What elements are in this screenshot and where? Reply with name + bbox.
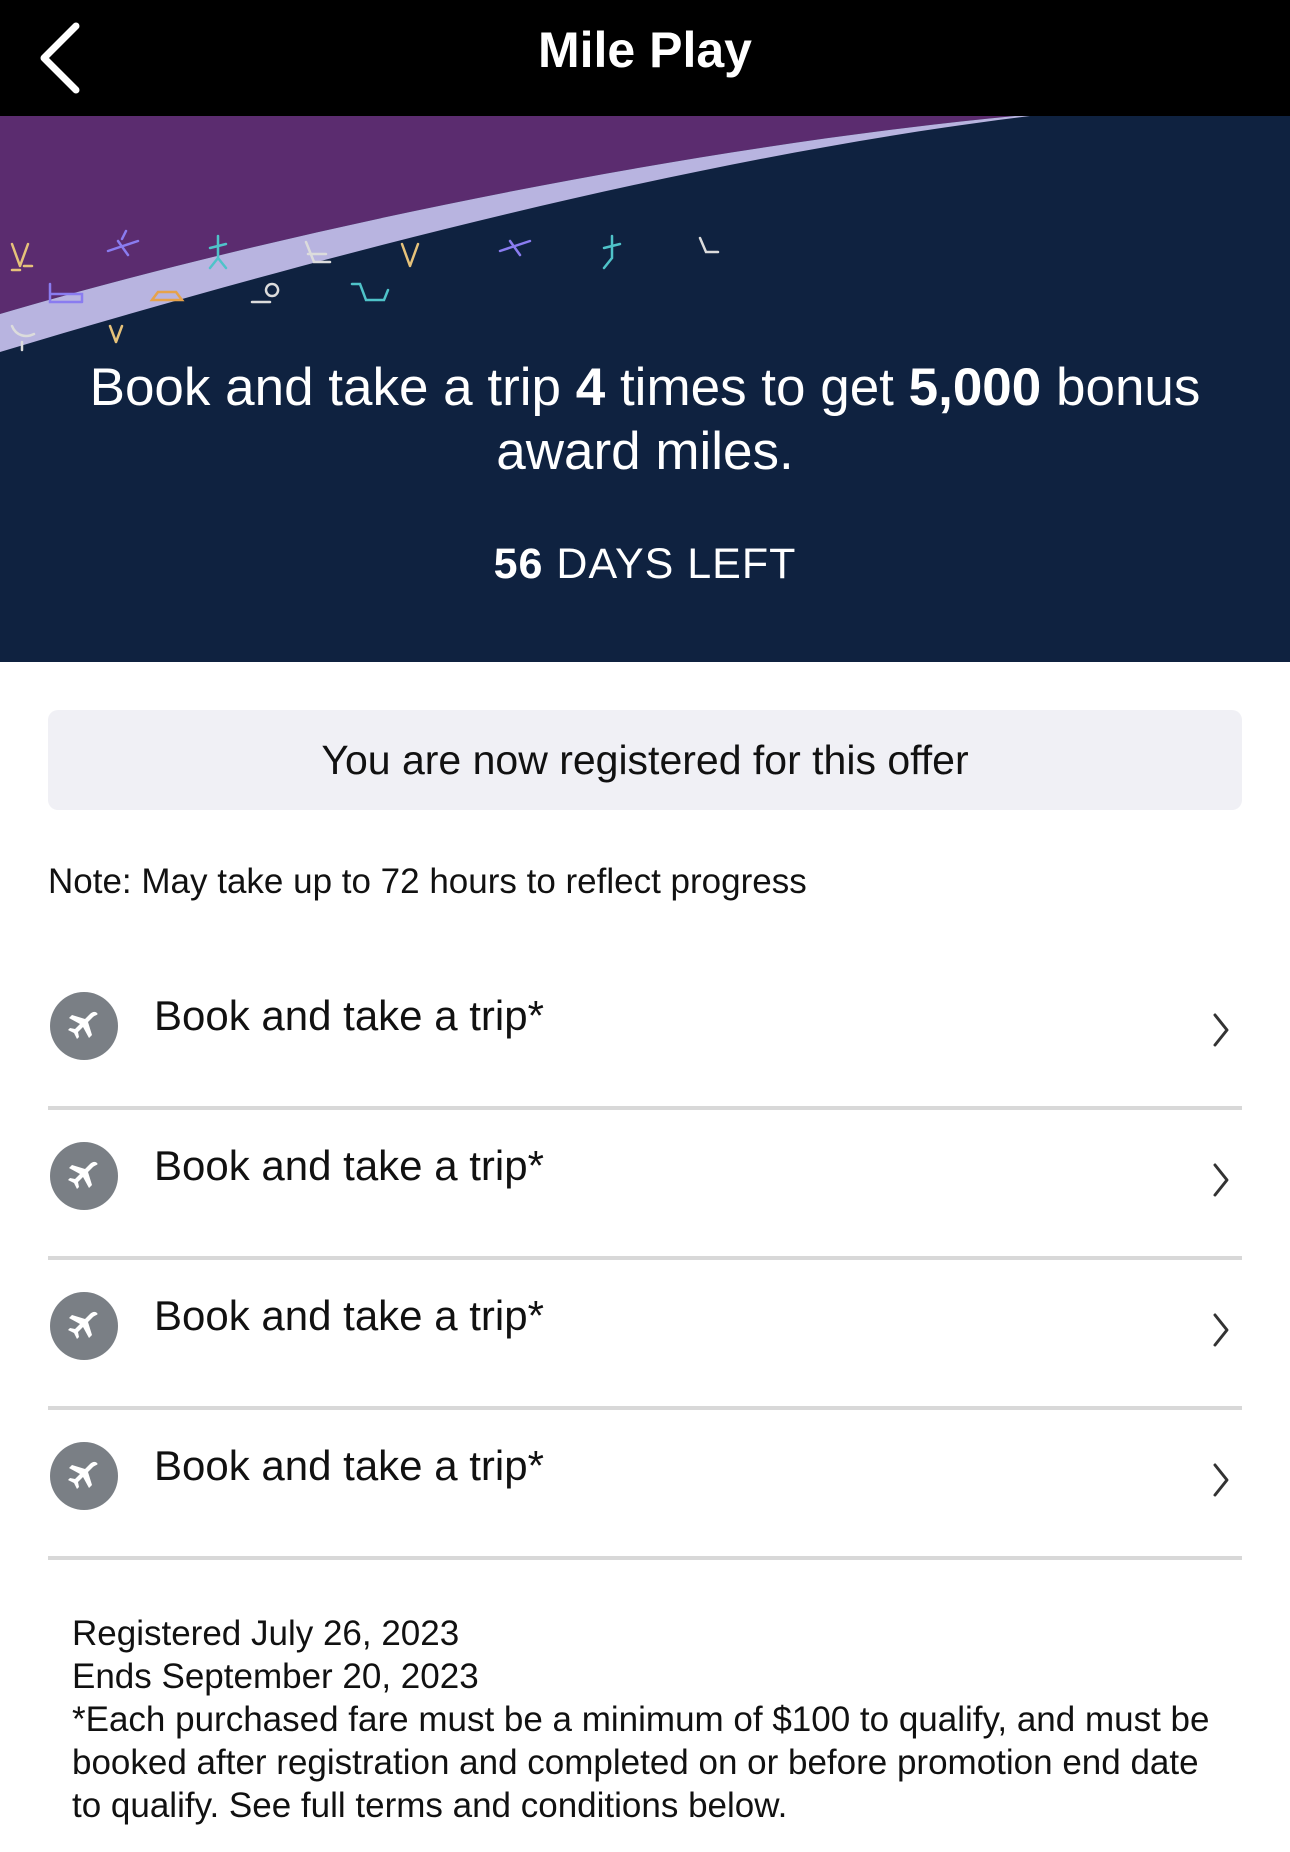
seat-icon bbox=[698, 236, 720, 254]
days-left-label: DAYS LEFT bbox=[543, 540, 797, 588]
chevron-right-icon bbox=[1213, 1463, 1229, 1497]
chevron-right-icon bbox=[1213, 1313, 1229, 1347]
days-left: 56 DAYS LEFT bbox=[0, 540, 1290, 589]
days-left-number: 56 bbox=[493, 540, 544, 588]
headline-text: times to get bbox=[605, 358, 909, 417]
registration-banner: You are now registered for this offer bbox=[48, 710, 1242, 810]
progress-note: Note: May take up to 72 hours to reflect… bbox=[48, 862, 807, 901]
dining-icon bbox=[250, 282, 280, 304]
end-date: Ends September 20, 2023 bbox=[72, 1657, 479, 1696]
trip-row[interactable]: Book and take a trip* bbox=[48, 1410, 1242, 1560]
airplane-icon bbox=[50, 1292, 118, 1360]
trip-label: Book and take a trip* bbox=[154, 1442, 544, 1489]
bonus-miles: 5,000 bbox=[908, 358, 1042, 417]
offer-details: Registered July 26, 2023 Ends September … bbox=[72, 1612, 1232, 1827]
chevron-right-icon bbox=[1213, 1163, 1229, 1197]
trip-row[interactable]: Book and take a trip* bbox=[48, 1260, 1242, 1410]
top-bar: Mile Play bbox=[0, 0, 1290, 116]
chevron-right-icon bbox=[1213, 1013, 1229, 1047]
trip-list: Book and take a trip* Book and take a tr… bbox=[48, 960, 1242, 1560]
walker-icon bbox=[602, 234, 622, 270]
airplane-icon bbox=[50, 992, 118, 1060]
trip-count: 4 bbox=[575, 358, 606, 417]
trip-row[interactable]: Book and take a trip* bbox=[48, 1110, 1242, 1260]
terms-text: *Each purchased fare must be a minimum o… bbox=[72, 1700, 1210, 1825]
trip-label: Book and take a trip* bbox=[154, 1142, 544, 1189]
trip-label: Book and take a trip* bbox=[154, 1292, 544, 1339]
trip-row[interactable]: Book and take a trip* bbox=[48, 960, 1242, 1110]
page-title: Mile Play bbox=[538, 22, 752, 78]
registered-date: Registered July 26, 2023 bbox=[72, 1614, 460, 1653]
offer-headline: Book and take a trip 4 times to get 5,00… bbox=[50, 356, 1240, 484]
cart-icon bbox=[350, 282, 390, 302]
cheers-icon bbox=[108, 324, 124, 344]
offer-hero: Book and take a trip 4 times to get 5,00… bbox=[0, 116, 1290, 662]
airplane-icon bbox=[50, 1142, 118, 1210]
airplane-icon bbox=[498, 239, 532, 257]
airplane-icon bbox=[50, 1442, 118, 1510]
cheers-icon bbox=[400, 242, 420, 268]
trip-label: Book and take a trip* bbox=[154, 992, 544, 1039]
headline-text: Book and take a trip bbox=[89, 358, 576, 417]
